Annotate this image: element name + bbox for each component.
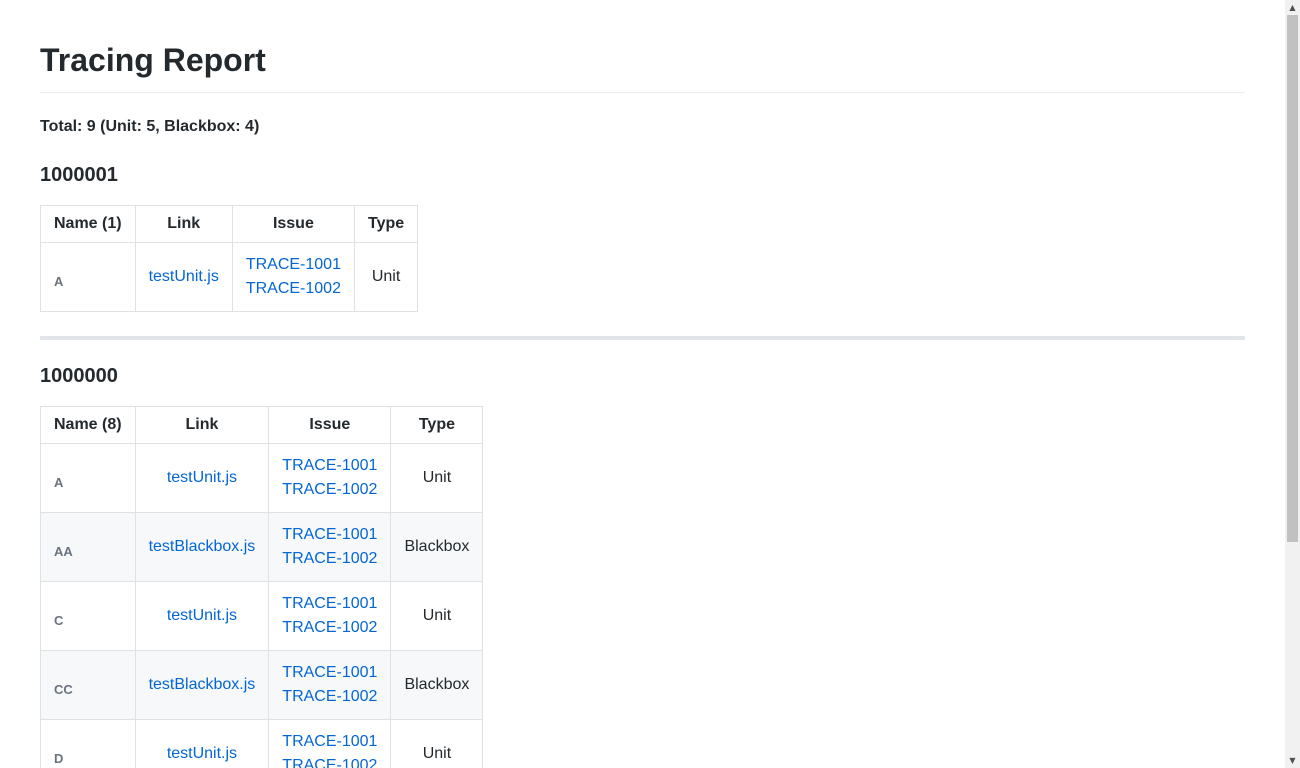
column-header-issue: Issue xyxy=(268,406,392,444)
type-cell: Unit xyxy=(390,443,484,513)
test-name: A xyxy=(54,273,64,289)
column-header-type: Type xyxy=(353,205,419,243)
test-file-link[interactable]: testUnit.js xyxy=(167,607,237,624)
test-file-link[interactable]: testUnit.js xyxy=(167,469,237,486)
link-cell: testUnit.js xyxy=(134,242,233,312)
issue-link[interactable]: TRACE-1002 xyxy=(282,754,377,768)
type-cell: Blackbox xyxy=(390,650,484,720)
scrollbar-thumb[interactable] xyxy=(1287,15,1298,542)
scroll-up-arrow-icon[interactable]: ▲ xyxy=(1285,0,1300,15)
test-name-cell: AA xyxy=(40,512,136,582)
column-header-link: Link xyxy=(134,205,233,243)
total-summary: Total: 9 (Unit: 5, Blackbox: 4) xyxy=(40,118,260,135)
test-name: AA xyxy=(54,543,73,559)
issue-link[interactable]: TRACE-1002 xyxy=(282,547,377,571)
test-name-cell: CC xyxy=(40,650,136,720)
test-name: C xyxy=(54,612,64,628)
issue-link[interactable]: TRACE-1002 xyxy=(282,478,377,502)
issue-link[interactable]: TRACE-1002 xyxy=(246,277,341,301)
test-name: A xyxy=(54,474,64,490)
link-cell: testUnit.js xyxy=(134,581,270,651)
issue-link[interactable]: TRACE-1001 xyxy=(282,730,377,754)
issue-cell: TRACE-1001 TRACE-1002 xyxy=(268,512,392,582)
table-row: D testUnit.js TRACE-1001 TRACE-1002 Unit xyxy=(40,719,484,768)
link-cell: testUnit.js xyxy=(134,443,270,513)
column-header-type: Type xyxy=(390,406,484,444)
test-name-cell: D xyxy=(40,719,136,768)
scroll-down-arrow-icon[interactable]: ▼ xyxy=(1285,753,1300,768)
test-name-cell: A xyxy=(40,242,136,312)
issue-link[interactable]: TRACE-1001 xyxy=(282,592,377,616)
issue-cell: TRACE-1001 TRACE-1002 xyxy=(268,581,392,651)
issue-cell: TRACE-1001 TRACE-1002 xyxy=(268,443,392,513)
trace-table: Name (8) Link Issue Type A testUnit.js T… xyxy=(40,406,484,768)
issue-cell: TRACE-1001 TRACE-1002 xyxy=(268,719,392,768)
section-divider xyxy=(40,336,1245,340)
report-page: Tracing Report Total: 9 (Unit: 5, Blackb… xyxy=(40,0,1245,768)
link-cell: testBlackbox.js xyxy=(134,512,270,582)
issue-link[interactable]: TRACE-1002 xyxy=(282,685,377,709)
type-cell: Unit xyxy=(353,242,419,312)
issue-link[interactable]: TRACE-1002 xyxy=(282,616,377,640)
link-cell: testBlackbox.js xyxy=(134,650,270,720)
test-name: D xyxy=(54,750,64,766)
table-row: AA testBlackbox.js TRACE-1001 TRACE-1002… xyxy=(40,512,484,582)
type-cell: Blackbox xyxy=(390,512,484,582)
issue-link[interactable]: TRACE-1001 xyxy=(282,454,377,478)
test-file-link[interactable]: testUnit.js xyxy=(167,745,237,762)
section-title: 1000000 xyxy=(40,365,118,387)
column-header-link: Link xyxy=(134,406,270,444)
page-title: Tracing Report xyxy=(40,0,1245,93)
vertical-scrollbar[interactable]: ▲ ▼ xyxy=(1285,0,1300,768)
issue-link[interactable]: TRACE-1001 xyxy=(282,523,377,547)
issue-cell: TRACE-1001 TRACE-1002 xyxy=(231,242,355,312)
table-row: CC testBlackbox.js TRACE-1001 TRACE-1002… xyxy=(40,650,484,720)
column-header-name: Name (8) xyxy=(40,406,136,444)
test-name: CC xyxy=(54,681,73,697)
column-header-issue: Issue xyxy=(231,205,355,243)
issue-cell: TRACE-1001 TRACE-1002 xyxy=(268,650,392,720)
test-name-cell: A xyxy=(40,443,136,513)
test-file-link[interactable]: testUnit.js xyxy=(149,268,219,285)
table-row: A testUnit.js TRACE-1001 TRACE-1002 Unit xyxy=(40,443,484,513)
section-title: 1000001 xyxy=(40,164,118,186)
type-cell: Unit xyxy=(390,719,484,768)
test-file-link[interactable]: testBlackbox.js xyxy=(149,676,256,693)
link-cell: testUnit.js xyxy=(134,719,270,768)
issue-link[interactable]: TRACE-1001 xyxy=(246,253,341,277)
table-row: C testUnit.js TRACE-1001 TRACE-1002 Unit xyxy=(40,581,484,651)
column-header-name: Name (1) xyxy=(40,205,136,243)
table-header-row: Name (8) Link Issue Type xyxy=(40,406,484,444)
type-cell: Unit xyxy=(390,581,484,651)
test-file-link[interactable]: testBlackbox.js xyxy=(149,538,256,555)
issue-link[interactable]: TRACE-1001 xyxy=(282,661,377,685)
trace-table: Name (1) Link Issue Type A testUnit.js T… xyxy=(40,205,419,312)
table-header-row: Name (1) Link Issue Type xyxy=(40,205,419,243)
table-row: A testUnit.js TRACE-1001 TRACE-1002 Unit xyxy=(40,242,419,312)
test-name-cell: C xyxy=(40,581,136,651)
